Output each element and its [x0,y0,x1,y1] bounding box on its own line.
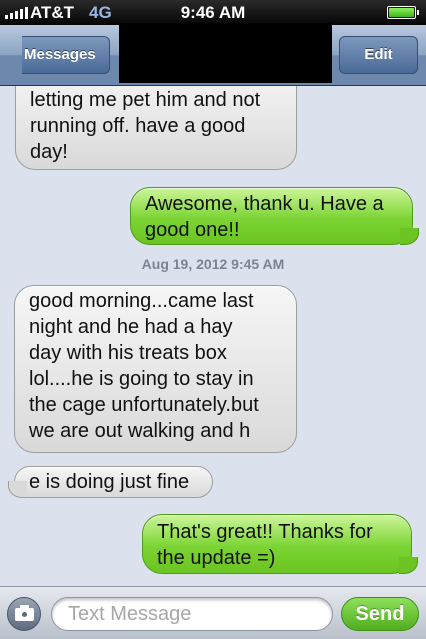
message-text: good morning...came last night and he ha… [29,290,259,442]
message-bubble-incoming[interactable]: letting me pet him and not running off. … [15,86,297,170]
messages-back-button[interactable]: Messages [22,36,110,74]
nav-bar: Messages Edit [0,23,426,86]
message-bubble-outgoing[interactable]: Awesome, thank u. Have a good one!! [130,187,419,245]
send-button[interactable]: Send [341,597,419,631]
message-bubble-incoming[interactable]: good morning...came last night and he ha… [14,285,297,453]
conversation-thread[interactable]: letting me pet him and not running off. … [0,86,426,586]
message-text-input[interactable] [51,597,333,631]
message-timestamp: Aug 19, 2012 9:45 AM [141,256,285,272]
redacted-contact-name [119,23,332,83]
message-bubble-outgoing[interactable]: That's great!! Thanks for the update =) [142,514,418,574]
status-time: 9:46 AM [180,3,246,22]
edit-button-label: Edit [364,46,393,63]
send-button-label: Send [355,603,405,625]
message-text: Awesome, thank u. Have a good one!! [145,193,384,241]
battery-icon [387,6,419,19]
message-input-bar: Send [0,586,426,639]
message-text: letting me pet him and not running off. … [30,89,261,163]
message-text: That's great!! Thanks for the update =) [157,521,373,569]
status-bar: AT&T 4G 9:46 AM [0,0,426,25]
camera-button[interactable] [7,597,41,631]
message-bubble-incoming[interactable]: e is doing just fine [14,466,213,498]
message-text: e is doing just fine [29,471,190,493]
back-button-label: Messages [24,46,96,63]
edit-button[interactable]: Edit [339,36,418,74]
